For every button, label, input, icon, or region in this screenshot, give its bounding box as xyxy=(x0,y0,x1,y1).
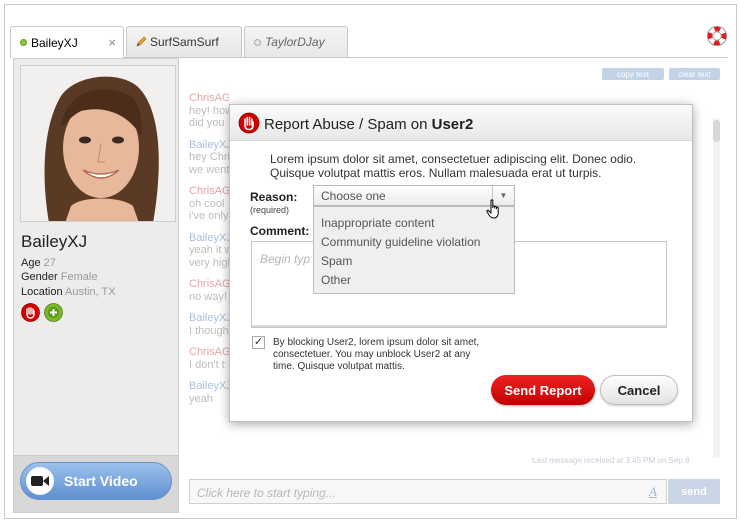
tab-baileyxj[interactable]: BaileyXJ × xyxy=(10,26,124,58)
message-list: ChrisAGill hey! how did you BaileyXJ hey… xyxy=(189,92,229,414)
close-tab-icon[interactable]: × xyxy=(108,35,116,50)
list-item: BaileyXJ yeah it w very high xyxy=(189,231,229,269)
list-item: ChrisAGill hey! how did you xyxy=(189,92,229,129)
tab-surfsamsurf[interactable]: SurfSamSurf xyxy=(126,26,242,57)
start-video-button[interactable]: Start Video xyxy=(20,462,172,500)
last-message-status: Last message received at 3:45 PM on Sep … xyxy=(532,456,690,465)
tab-taylordjay[interactable]: TaylorDJay xyxy=(244,26,348,57)
profile-location: Location Austin, TX xyxy=(21,286,116,298)
send-button[interactable]: send xyxy=(668,479,720,504)
list-item: BaileyXJ hey Chris we went xyxy=(189,138,229,176)
video-well: Start Video xyxy=(14,455,178,512)
scrollbar-thumb[interactable] xyxy=(713,120,720,142)
profile-photo xyxy=(20,65,176,222)
cancel-button[interactable]: Cancel xyxy=(600,375,678,405)
video-camera-icon xyxy=(26,467,54,495)
list-item: ChrisAGill I don't t xyxy=(189,346,229,371)
online-status-icon xyxy=(20,39,27,46)
add-friend-icon[interactable] xyxy=(44,303,63,322)
dialog-description: Lorem ipsum dolor sit amet, consectetuer… xyxy=(270,152,637,180)
typing-pencil-icon xyxy=(136,36,147,47)
option-other[interactable]: Other xyxy=(314,271,514,290)
list-item: BaileyXJ I though xyxy=(189,312,229,337)
hand-cursor-icon xyxy=(486,199,499,219)
font-style-button[interactable]: A xyxy=(649,484,657,500)
profile-age: Age 27 xyxy=(21,257,56,269)
profile-gender: Gender Female xyxy=(21,271,98,283)
profile-name: BaileyXJ xyxy=(21,232,88,251)
reason-dropdown-menu: Inappropriate content Community guidelin… xyxy=(313,206,515,294)
stop-hand-icon xyxy=(238,112,260,134)
reason-label: Reason: xyxy=(250,190,298,204)
block-user-checkbox[interactable]: ✓ xyxy=(252,336,265,349)
select-value: Choose one xyxy=(321,189,386,203)
profile-actions xyxy=(21,303,63,322)
option-community-guideline[interactable]: Community guideline violation xyxy=(314,233,514,252)
tab-label: BaileyXJ xyxy=(31,35,78,50)
required-label: (required) xyxy=(250,205,290,215)
dialog-header: Report Abuse / Spam on User2 xyxy=(230,105,692,141)
tab-label: TaylorDJay xyxy=(265,35,325,49)
message-input[interactable]: Click here to start typing... xyxy=(189,479,667,504)
option-spam[interactable]: Spam xyxy=(314,252,514,271)
list-item: ChrisAGill oh cool i've only xyxy=(189,185,229,222)
list-item: ChrisAGill no way! xyxy=(189,278,229,303)
report-abuse-dialog: Report Abuse / Spam on User2 Lorem ipsum… xyxy=(229,104,693,422)
avatar xyxy=(21,66,175,221)
profile-panel: BaileyXJ Age 27 Gender Female Location A… xyxy=(13,58,179,513)
send-report-button[interactable]: Send Report xyxy=(491,375,595,405)
clear-text-button[interactable]: clear text xyxy=(669,68,720,80)
help-lifebuoy-icon[interactable] xyxy=(706,25,728,47)
block-user-text: By blocking User2, lorem ipsum dolor sit… xyxy=(273,337,480,372)
reason-select[interactable]: Choose one ▼ xyxy=(313,185,515,206)
comment-label: Comment: xyxy=(250,224,310,238)
list-item: BaileyXJ yeah xyxy=(189,380,229,405)
copy-text-button[interactable]: copy text xyxy=(602,68,664,80)
chat-scrollbar[interactable] xyxy=(713,118,720,458)
start-video-label: Start Video xyxy=(64,473,138,489)
tab-label: SurfSamSurf xyxy=(150,35,219,49)
block-hand-icon[interactable] xyxy=(21,303,40,322)
offline-status-icon xyxy=(254,38,261,46)
dialog-title: Report Abuse / Spam on User2 xyxy=(264,116,474,133)
option-inappropriate-content[interactable]: Inappropriate content xyxy=(314,214,514,233)
